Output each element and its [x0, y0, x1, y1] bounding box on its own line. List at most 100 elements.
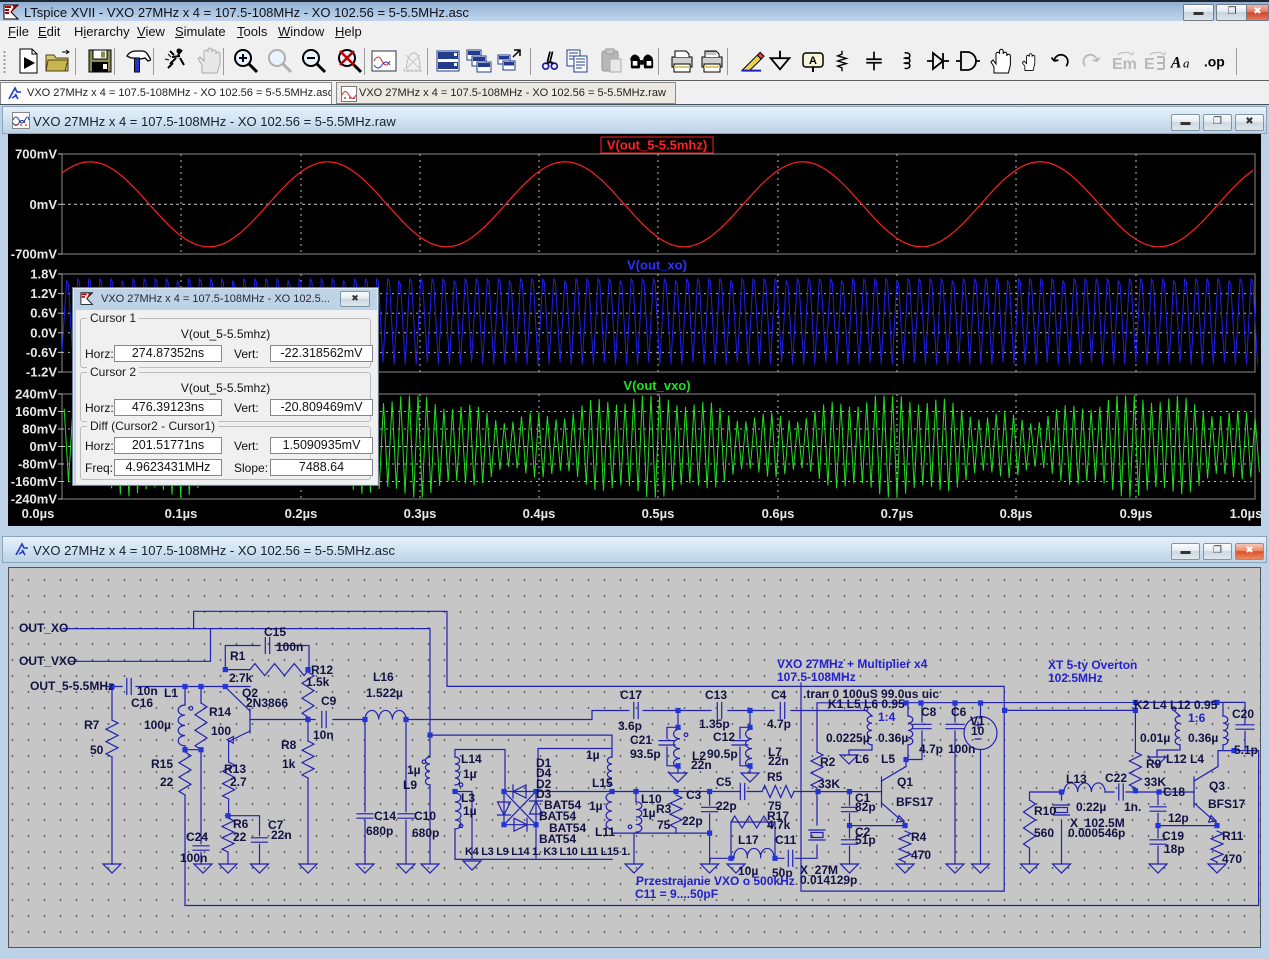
svg-text:R8: R8 [281, 738, 297, 752]
svg-text:33K: 33K [818, 777, 840, 791]
svg-text:Em: Em [1112, 56, 1137, 73]
svg-text:VXO 27MHz + Multiplier x4: VXO 27MHz + Multiplier x4 [777, 657, 928, 671]
svg-text:1.5k: 1.5k [306, 675, 330, 689]
svg-text:0.6µs: 0.6µs [762, 506, 795, 521]
svg-text:A: A [1170, 55, 1181, 72]
svg-text:1.8V: 1.8V [30, 267, 57, 282]
svg-text:100: 100 [211, 724, 231, 738]
svg-text:C4: C4 [771, 688, 787, 702]
svg-text:L12 L4: L12 L4 [1166, 752, 1204, 766]
svg-text:470: 470 [1222, 852, 1242, 866]
svg-text:22p: 22p [682, 814, 703, 828]
svg-text:0.36µ: 0.36µ [878, 731, 908, 745]
svg-text:L6: L6 [855, 752, 869, 766]
svg-text:0.4µs: 0.4µs [523, 506, 556, 521]
svg-text:1µ: 1µ [407, 763, 421, 777]
svg-text:R14: R14 [209, 705, 231, 719]
svg-text:0.8µs: 0.8µs [1000, 506, 1033, 521]
svg-text:R15: R15 [151, 757, 173, 771]
svg-text:A: A [809, 55, 817, 67]
svg-text:R1: R1 [230, 649, 246, 663]
svg-text:OUT_VXO: OUT_VXO [19, 654, 76, 668]
svg-text:R6: R6 [233, 817, 249, 831]
svg-text:1:4: 1:4 [878, 710, 896, 724]
svg-text:4.7p: 4.7p [767, 717, 791, 731]
svg-text:100n: 100n [948, 742, 975, 756]
svg-text:700mV: 700mV [15, 147, 57, 162]
svg-text:75: 75 [657, 818, 671, 832]
svg-text:100µ: 100µ [144, 718, 171, 732]
svg-text:107.5-108MHz: 107.5-108MHz [777, 670, 856, 684]
svg-text:12p: 12p [1168, 811, 1189, 825]
svg-text:L5: L5 [881, 752, 895, 766]
svg-text:XT 5-ty Overton: XT 5-ty Overton [1048, 658, 1137, 672]
svg-text:80mV: 80mV [22, 422, 57, 437]
svg-text:R11: R11 [1222, 829, 1244, 843]
svg-text:18p: 18p [1164, 842, 1185, 856]
svg-text:1.35p: 1.35p [699, 717, 730, 731]
svg-text:C14: C14 [374, 809, 396, 823]
svg-text:BFS17: BFS17 [1208, 797, 1246, 811]
svg-text:C3: C3 [686, 788, 702, 802]
svg-text:-80mV: -80mV [18, 457, 57, 472]
svg-text:L9: L9 [403, 778, 417, 792]
svg-text:C6: C6 [951, 705, 967, 719]
svg-text:5.1p: 5.1p [1234, 743, 1258, 757]
svg-text:R5: R5 [767, 770, 783, 784]
svg-text:470: 470 [911, 848, 931, 862]
svg-text:100n: 100n [276, 640, 303, 654]
svg-text:R7: R7 [84, 718, 100, 732]
svg-text:240mV: 240mV [15, 387, 57, 402]
svg-text:51p: 51p [855, 833, 876, 847]
svg-text:C20: C20 [1232, 707, 1254, 721]
svg-text:0.000546p: 0.000546p [1068, 826, 1125, 840]
svg-text:1µ: 1µ [463, 767, 477, 781]
svg-text:L3: L3 [461, 791, 475, 805]
svg-text:560: 560 [1034, 826, 1054, 840]
svg-text:22n: 22n [271, 828, 292, 842]
svg-text:0.5µs: 0.5µs [642, 506, 675, 521]
svg-text:R9: R9 [1146, 757, 1162, 771]
svg-text:2.7: 2.7 [230, 775, 247, 789]
svg-text:0.6V: 0.6V [30, 306, 57, 321]
svg-text:680p: 680p [366, 824, 393, 838]
svg-text:-160mV: -160mV [11, 474, 58, 489]
svg-text:V(out_xo): V(out_xo) [627, 258, 687, 273]
svg-text:0.0225µ: 0.0225µ [826, 731, 870, 745]
svg-text:C17: C17 [620, 688, 642, 702]
svg-text:102.5MHz: 102.5MHz [1048, 671, 1103, 685]
svg-text:V(out_vxo): V(out_vxo) [623, 378, 690, 393]
svg-text:0mV: 0mV [30, 197, 58, 212]
svg-text:1.0µs: 1.0µs [1230, 506, 1261, 521]
svg-text:-700mV: -700mV [11, 247, 58, 262]
svg-text:C11 = 9....50pF: C11 = 9....50pF [635, 887, 718, 901]
svg-text:100n: 100n [180, 851, 207, 865]
svg-text:C18: C18 [1163, 785, 1185, 799]
svg-text:22p: 22p [716, 799, 737, 813]
svg-text:4.7k: 4.7k [767, 818, 791, 832]
svg-text:C5: C5 [716, 775, 732, 789]
svg-text:0.7µs: 0.7µs [881, 506, 914, 521]
svg-text:.op: .op [1204, 54, 1225, 70]
svg-text:C12: C12 [713, 730, 735, 744]
svg-text:1n.: 1n. [1124, 800, 1141, 814]
svg-text:Q1: Q1 [897, 775, 913, 789]
svg-text:C22: C22 [1105, 771, 1127, 785]
svg-text:1µ: 1µ [463, 804, 477, 818]
svg-text:C15: C15 [264, 625, 286, 639]
svg-text:90.5p: 90.5p [707, 747, 738, 761]
svg-text:R10: R10 [1034, 804, 1056, 818]
svg-text:0.01µ: 0.01µ [1140, 731, 1170, 745]
svg-text:C24: C24 [186, 830, 208, 844]
svg-text:1:6: 1:6 [1188, 711, 1206, 725]
svg-text:R3: R3 [656, 802, 672, 816]
svg-text:160mV: 160mV [15, 404, 57, 419]
svg-text:-0.6V: -0.6V [26, 345, 57, 360]
svg-text:C16: C16 [131, 696, 153, 710]
svg-text:0.014129p: 0.014129p [800, 873, 857, 887]
svg-text:-240mV: -240mV [11, 492, 58, 507]
svg-text:22n: 22n [768, 754, 789, 768]
svg-text:0.3µs: 0.3µs [404, 506, 437, 521]
svg-text:1.2V: 1.2V [30, 286, 57, 301]
svg-text:1µ: 1µ [586, 748, 600, 762]
